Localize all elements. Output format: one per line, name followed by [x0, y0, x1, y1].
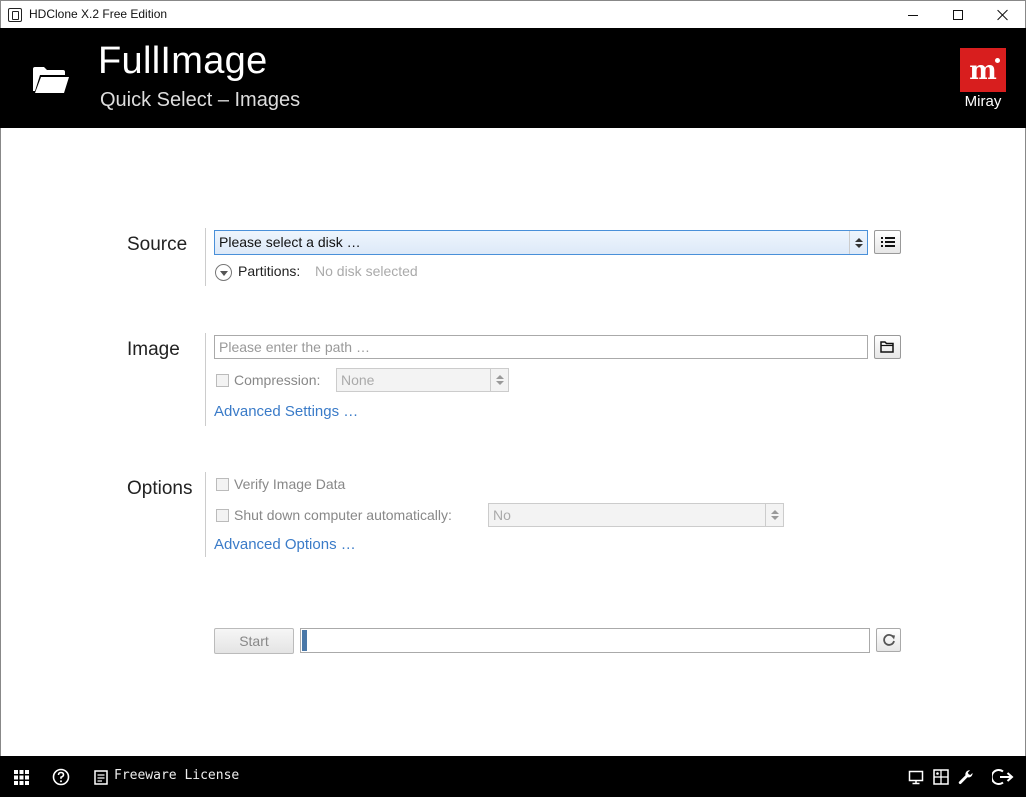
chevron-updown-icon — [490, 369, 508, 391]
partitions-label: Partitions: — [238, 263, 301, 279]
browse-folder-button[interactable] — [874, 335, 901, 359]
disk-select[interactable]: Please select a disk … — [214, 230, 868, 255]
start-button[interactable]: Start — [214, 628, 294, 654]
license-label[interactable]: Freeware License — [114, 768, 239, 783]
title-bar: HDClone X.2 Free Edition — [0, 0, 1026, 28]
exit-button[interactable] — [992, 766, 1014, 788]
help-icon — [52, 768, 70, 786]
image-path-placeholder: Please enter the path … — [219, 339, 370, 355]
network-icon — [933, 769, 949, 785]
shutdown-checkbox[interactable] — [216, 509, 229, 522]
page-subtitle: Quick Select – Images — [100, 89, 301, 111]
miray-logo: m — [960, 48, 1006, 92]
source-label: Source — [127, 234, 188, 255]
exit-icon — [992, 769, 1014, 785]
apps-grid-icon — [13, 769, 29, 785]
chevron-down-icon — [219, 271, 228, 276]
shutdown-value: No — [493, 507, 511, 523]
chevron-updown-icon — [765, 504, 783, 526]
progress-bar — [300, 628, 870, 653]
list-icon — [880, 237, 895, 247]
progress-fill — [302, 630, 307, 651]
image-path-input[interactable]: Please enter the path … — [214, 335, 868, 359]
app-icon — [8, 8, 22, 22]
options-divider — [205, 472, 206, 557]
chevron-updown-icon — [849, 231, 867, 254]
license-document-icon — [94, 769, 108, 785]
brand-name: Miray — [964, 93, 1002, 110]
verify-label: Verify Image Data — [234, 476, 346, 492]
minimize-icon — [908, 14, 918, 16]
shutdown-select[interactable]: No — [488, 503, 784, 527]
monitor-icon — [908, 770, 924, 784]
window-title: HDClone X.2 Free Edition — [29, 7, 168, 21]
monitor-button[interactable] — [905, 766, 927, 788]
close-icon — [997, 9, 1009, 21]
main-panel: Source Please select a disk … Partitions… — [0, 128, 1026, 756]
logo-letter: m — [969, 56, 997, 86]
partitions-value: No disk selected — [315, 263, 418, 279]
browse-folder-icon — [880, 341, 894, 353]
maximize-icon — [953, 10, 963, 20]
network-button[interactable] — [930, 766, 952, 788]
refresh-icon — [882, 634, 895, 646]
refresh-button[interactable] — [876, 628, 901, 652]
shutdown-label: Shut down computer automatically: — [234, 507, 452, 523]
options-label: Options — [127, 478, 193, 499]
compression-select[interactable]: None — [336, 368, 509, 392]
compression-label: Compression: — [234, 372, 321, 388]
image-divider — [205, 333, 206, 426]
minimize-button[interactable] — [890, 1, 936, 29]
apps-grid-button[interactable] — [10, 766, 32, 788]
license-button[interactable] — [90, 766, 112, 788]
disk-select-value: Please select a disk … — [219, 234, 361, 250]
compression-value: None — [341, 372, 375, 388]
advanced-settings-link[interactable]: Advanced Settings … — [214, 403, 358, 420]
advanced-options-link[interactable]: Advanced Options … — [214, 536, 356, 553]
close-button[interactable] — [980, 1, 1026, 29]
disk-list-button[interactable] — [874, 230, 901, 254]
image-label: Image — [127, 339, 180, 360]
compression-checkbox[interactable] — [216, 374, 229, 387]
help-button[interactable] — [50, 766, 72, 788]
folder-icon — [33, 67, 69, 93]
settings-button[interactable] — [955, 766, 977, 788]
source-divider — [205, 228, 206, 286]
wrench-icon — [958, 770, 973, 785]
header-banner: FullImage Quick Select – Images m Miray — [0, 28, 1026, 128]
footer-bar: Freeware License — [0, 756, 1026, 797]
page-title: FullImage — [98, 40, 268, 82]
partitions-expand-button[interactable] — [215, 264, 232, 281]
verify-checkbox[interactable] — [216, 478, 229, 491]
maximize-button[interactable] — [935, 1, 981, 29]
logo-dot — [995, 58, 1000, 63]
